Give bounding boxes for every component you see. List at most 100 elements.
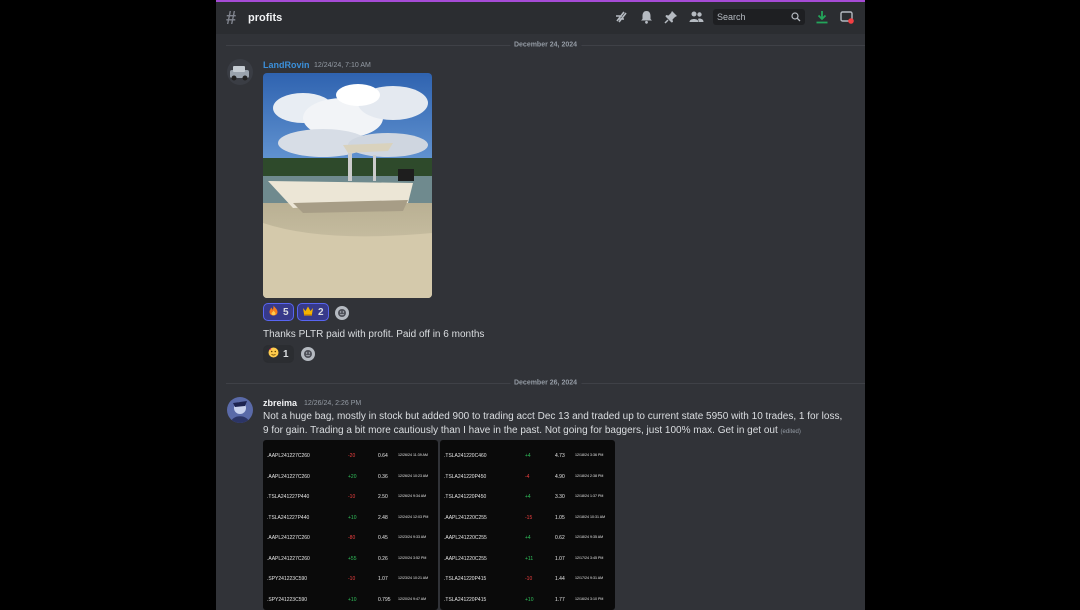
members-icon[interactable] bbox=[688, 9, 704, 25]
trade-time: 12/23/24 10:21 AM bbox=[398, 576, 429, 580]
download-icon[interactable] bbox=[814, 9, 830, 25]
username[interactable]: zbreima bbox=[263, 398, 297, 408]
trade-row: .TSLA241220P415 +10 1.77 12/16/24 3:10 PM bbox=[440, 590, 615, 610]
trade-time: 12/18/24 1:37 PM bbox=[575, 494, 604, 498]
message-text: Thanks PLTR paid with profit. Paid off i… bbox=[263, 329, 485, 340]
trade-symbol: .AAPL241227C260 bbox=[267, 473, 310, 480]
edited-label: (edited) bbox=[780, 429, 801, 435]
trade-change: -80 bbox=[348, 535, 356, 541]
trade-symbol: .TSLA241220P450 bbox=[444, 494, 487, 500]
add-reaction-icon[interactable] bbox=[301, 347, 315, 361]
trade-change: +55 bbox=[348, 555, 357, 562]
bell-icon[interactable] bbox=[638, 9, 654, 25]
trade-change: -15 bbox=[525, 514, 533, 521]
reaction-face[interactable]: 1 bbox=[263, 345, 294, 363]
chat-window: # profits Search December 24, 2024 LandR… bbox=[216, 0, 865, 610]
reaction-count: 1 bbox=[283, 348, 289, 360]
trade-price: 0.64 bbox=[378, 453, 388, 459]
trade-price: 4.73 bbox=[555, 453, 565, 459]
reaction-crown[interactable]: 2 bbox=[297, 303, 329, 321]
reaction-count: 2 bbox=[318, 306, 324, 318]
date-divider: December 26, 2024 bbox=[226, 379, 865, 387]
avatar[interactable] bbox=[227, 397, 253, 423]
trade-time: 12/20/24 3:52 PM bbox=[398, 555, 427, 560]
boat-photo[interactable] bbox=[263, 73, 432, 298]
trade-time: 12/18/24 10:31 AM bbox=[575, 514, 606, 519]
trade-symbol: .TSLA241220C460 bbox=[444, 453, 487, 459]
trade-change: +11 bbox=[525, 555, 534, 562]
trade-price: 1.07 bbox=[378, 576, 388, 582]
message-text: Not a huge bag, mostly in stock but adde… bbox=[263, 410, 848, 439]
trade-symbol: .AAPL241220C255 bbox=[444, 514, 487, 521]
trade-symbol: .TSLA241227P440 bbox=[267, 514, 310, 521]
trade-time: 12/26/24 10:23 AM bbox=[398, 473, 429, 478]
trade-row: .AAPL241220C255 -15 1.05 12/18/24 10:31 AM bbox=[440, 508, 615, 529]
trade-symbol: .TSLA241220P415 bbox=[444, 596, 487, 603]
inbox-icon[interactable] bbox=[839, 9, 855, 25]
trade-time: 12/26/24 11:39 AM bbox=[398, 453, 428, 457]
trade-row: .AAPL241227C260 +55 0.26 12/20/24 3:52 PM bbox=[263, 549, 438, 570]
trade-change: -10 bbox=[348, 494, 356, 500]
trade-row: .TSLA241227P440 +10 2.48 12/24/24 12:03 PM bbox=[263, 508, 438, 529]
trade-row: .AAPL241227C260 -80 0.45 12/23/24 9:33 AM bbox=[263, 528, 438, 549]
trade-price: 1.44 bbox=[555, 576, 565, 582]
trade-price: 0.62 bbox=[555, 535, 565, 541]
trade-price: 1.07 bbox=[555, 555, 565, 562]
trade-row: .TSLA241220C460 +4 4.73 12/18/24 3:36 PM bbox=[440, 446, 615, 467]
trade-price: 4.90 bbox=[555, 473, 565, 480]
threads-icon[interactable] bbox=[613, 9, 629, 25]
trade-price: 0.36 bbox=[378, 473, 388, 480]
trade-change: +10 bbox=[348, 514, 357, 521]
channel-header: # profits Search bbox=[216, 2, 865, 34]
trade-symbol: .TSLA241220P415 bbox=[444, 576, 487, 582]
add-reaction-icon[interactable] bbox=[335, 306, 349, 320]
face-icon bbox=[268, 347, 279, 361]
trade-change: +4 bbox=[525, 535, 531, 541]
search-icon bbox=[791, 12, 801, 22]
trade-row: .TSLA241220P415 -10 1.44 12/17/24 9:31 AM bbox=[440, 569, 615, 590]
trade-symbol: .SPY241223C590 bbox=[267, 576, 308, 582]
hashtag-icon: # bbox=[226, 7, 237, 28]
trade-price: 1.05 bbox=[555, 514, 565, 521]
trade-change: +4 bbox=[525, 494, 531, 500]
trade-change: -10 bbox=[525, 576, 533, 582]
fire-icon bbox=[268, 305, 279, 319]
trade-row: .SPY241223C590 +10 0.795 12/20/24 9:47 AM bbox=[263, 590, 438, 610]
pin-icon[interactable] bbox=[663, 9, 679, 25]
trade-time: 12/17/24 3:45 PM bbox=[575, 555, 604, 560]
trade-time: 12/20/24 9:47 AM bbox=[398, 596, 427, 601]
reaction-count: 5 bbox=[283, 306, 289, 318]
search-input[interactable]: Search bbox=[713, 9, 805, 25]
username[interactable]: LandRovin bbox=[263, 60, 310, 70]
trade-change: +10 bbox=[348, 596, 357, 603]
trade-change: +4 bbox=[525, 453, 531, 459]
trade-symbol: .AAPL241220C255 bbox=[444, 555, 487, 562]
crown-icon bbox=[302, 305, 314, 319]
trade-symbol: .TSLA241227P440 bbox=[267, 494, 310, 500]
trades-screenshot-left[interactable]: .AAPL241227C260 -20 0.64 12/26/24 11:39 AM.… bbox=[263, 440, 438, 610]
date-divider: December 24, 2024 bbox=[226, 41, 865, 49]
trade-price: 0.45 bbox=[378, 535, 388, 541]
trade-time: 12/18/24 2:38 PM bbox=[575, 473, 604, 478]
trade-time: 12/16/24 3:10 PM bbox=[575, 596, 604, 601]
trade-change: +10 bbox=[525, 596, 534, 603]
trade-row: .AAPL241220C255 +11 1.07 12/17/24 3:45 PM bbox=[440, 549, 615, 570]
timestamp: 12/24/24, 7:10 AM bbox=[314, 62, 371, 69]
trade-symbol: .AAPL241220C255 bbox=[444, 535, 487, 541]
trade-row: .SPY241223C590 -10 1.07 12/23/24 10:21 AM bbox=[263, 569, 438, 590]
trade-price: 1.77 bbox=[555, 596, 565, 603]
trades-screenshot-right[interactable]: .TSLA241220C460 +4 4.73 12/18/24 3:36 PM .TS… bbox=[440, 440, 615, 610]
message-body: Not a huge bag, mostly in stock but adde… bbox=[263, 411, 843, 436]
trade-symbol: .SPY241223C590 bbox=[267, 596, 308, 603]
avatar[interactable] bbox=[227, 59, 253, 85]
trade-time: 12/23/24 9:33 AM bbox=[398, 535, 427, 539]
trade-symbol: .AAPL241227C260 bbox=[267, 535, 310, 541]
trade-change: -4 bbox=[525, 473, 530, 480]
trade-time: 12/18/24 3:36 PM bbox=[575, 453, 604, 457]
trade-change: -20 bbox=[348, 453, 356, 459]
reaction-fire[interactable]: 5 bbox=[263, 303, 294, 321]
trade-change: +20 bbox=[348, 473, 357, 480]
channel-name: profits bbox=[248, 12, 283, 24]
trade-row: .AAPL241227C260 +20 0.36 12/26/24 10:23 AM bbox=[263, 467, 438, 488]
date-divider-label: December 24, 2024 bbox=[509, 41, 582, 49]
